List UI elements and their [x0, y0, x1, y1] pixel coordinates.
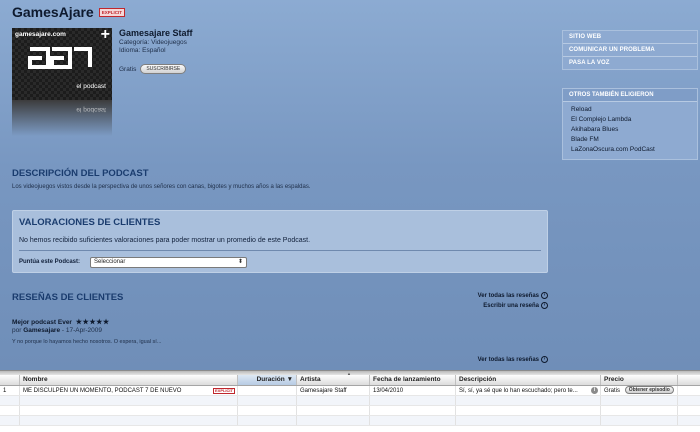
others-also-chose-title: OTROS TAMBIÉN ELIGIERON [563, 89, 697, 102]
row-price-text: Gratis [604, 388, 621, 394]
artwork-reflection: el podcast [12, 100, 112, 136]
empty-row [0, 406, 700, 416]
episode-table: Nombre Duración ▼ Artista Fecha de lanza… [0, 375, 700, 432]
row-date: 13/04/2010 [370, 386, 456, 395]
right-links-box: SITIO WEB COMUNICAR UN PROBLEMA PASA LA … [562, 30, 698, 70]
rating-select[interactable]: Seleccionar ⬍ [90, 257, 247, 268]
review-title: Mejor podcast Ever ★★★★★ [12, 318, 110, 326]
write-review-link[interactable]: Escribir una reseña › [483, 302, 548, 309]
ratings-title: VALORACIONES DE CLIENTES [19, 217, 161, 228]
artwork-reflection-text: el podcast [76, 106, 106, 113]
row-duration [238, 386, 297, 395]
info-icon[interactable]: i [591, 387, 598, 394]
empty-row [0, 396, 700, 406]
empty-row [0, 416, 700, 426]
price-row: Gratis SUSCRIBIRSE [119, 64, 193, 74]
see-all-reviews-link[interactable]: Ver todas las reseñas › [478, 292, 548, 299]
description-text: Los videojuegos vistos desde la perspect… [12, 184, 311, 190]
podcast-info: Gamesajare Staff Categoría: Videojuegos … [119, 28, 193, 74]
column-artist[interactable]: Artista [297, 375, 370, 385]
table-header: Nombre Duración ▼ Artista Fecha de lanza… [0, 375, 700, 386]
dropdown-arrow-icon: ⬍ [237, 259, 243, 265]
column-name[interactable]: Nombre [20, 375, 238, 385]
row-number: 1 [0, 386, 20, 395]
link-tell-a-friend[interactable]: PASA LA VOZ [563, 57, 697, 69]
row-explicit-badge: EXPLICIT [212, 388, 235, 394]
link-report-problem[interactable]: COMUNICAR UN PROBLEMA [563, 44, 697, 57]
artwork-plus: + [100, 28, 110, 43]
store-page: GamesAjare EXPLICIT gamesajare.com + el … [0, 0, 700, 372]
column-price[interactable]: Precio [601, 375, 678, 385]
review-body: Y no porque lo hayamos hecho nosotros. O… [12, 339, 162, 345]
review-stars: ★★★★★ [75, 319, 110, 326]
artwork-site-text: gamesajare.com [15, 31, 66, 38]
title-row: GamesAjare EXPLICIT [12, 4, 125, 20]
row-name: ME DISCULPEN UN MOMENTO, PODCAST 7 DE NU… [20, 386, 238, 395]
row-filler [678, 386, 700, 395]
podcast-category: Categoría: Videojuegos [119, 39, 187, 46]
row-price: Gratis Obtener episodio [601, 386, 678, 395]
rate-label: Puntúa este Podcast: [19, 259, 81, 265]
column-release-date[interactable]: Fecha de lanzamiento [370, 375, 456, 385]
arrow-right-circle-icon: › [541, 302, 548, 309]
podcast-artwork: gamesajare.com + el podcast [12, 28, 112, 100]
row-artist: Gamesajare Staff [297, 386, 370, 395]
column-duration[interactable]: Duración ▼ [238, 375, 297, 385]
artwork-logo-icon [28, 47, 92, 69]
table-row[interactable]: 1 ME DISCULPEN UN MOMENTO, PODCAST 7 DE … [0, 386, 700, 396]
column-duration-label: Duración [256, 376, 285, 383]
column-number[interactable] [0, 375, 20, 385]
arrow-right-circle-icon: › [541, 356, 548, 363]
see-all-reviews-bottom-link[interactable]: Ver todas las reseñas › [478, 356, 548, 363]
description-title: DESCRIPCIÓN DEL PODCAST [12, 168, 149, 179]
sort-down-icon: ▼ [286, 376, 293, 383]
ratings-box: VALORACIONES DE CLIENTES No hemos recibi… [12, 210, 548, 273]
row-description-text: Sí, sí, ya sé que lo han escuchado; pero… [459, 388, 578, 394]
subscribe-button[interactable]: SUSCRIBIRSE [140, 64, 187, 74]
row-description: Sí, sí, ya sé que lo han escuchado; pero… [456, 386, 601, 395]
podcast-language: Idioma: Español [119, 47, 166, 54]
column-description[interactable]: Descripción [456, 375, 601, 385]
row-name-text: ME DISCULPEN UN MOMENTO, PODCAST 7 DE NU… [23, 388, 182, 394]
ratings-divider [19, 250, 541, 251]
review-title-text: Mejor podcast Ever [12, 319, 72, 326]
others-also-chose-box: OTROS TAMBIÉN ELIGIERON Reload El Comple… [562, 88, 698, 160]
artwork-subtitle: el podcast [76, 83, 106, 90]
also-item-blade-fm[interactable]: Blade FM [571, 135, 689, 145]
see-all-reviews-bottom-label: Ver todas las reseñas [477, 357, 539, 364]
review-author: Gamesajare [23, 327, 61, 334]
podcast-artist: Gamesajare Staff [119, 28, 193, 38]
podcast-price: Gratis [119, 65, 137, 73]
column-filler [678, 375, 700, 385]
review-date: - 17-Apr-2009 [61, 327, 103, 334]
get-episode-button[interactable]: Obtener episodio [624, 386, 674, 395]
others-also-chose-list: Reload El Complejo Lambda Akihabara Blue… [563, 102, 697, 159]
link-website[interactable]: SITIO WEB [563, 31, 697, 44]
also-item-complejo-lambda[interactable]: El Complejo Lambda [571, 115, 689, 125]
rating-select-value: Seleccionar [94, 259, 126, 265]
review-by-prefix: por [12, 327, 22, 334]
see-all-reviews-label: Ver todas las reseñas [477, 293, 539, 300]
write-review-label: Escribir una reseña [483, 303, 539, 310]
ratings-message: No hemos recibido suficientes valoracion… [19, 237, 311, 244]
also-item-akihabara-blues[interactable]: Akihabara Blues [571, 125, 689, 135]
reviews-title: RESEÑAS DE CLIENTES [12, 292, 124, 303]
also-item-lazonaoscura[interactable]: LaZonaOscura.com PodCast [571, 145, 689, 155]
podcast-title: GamesAjare [12, 4, 94, 20]
review-meta: por Gamesajare - 17-Apr-2009 [12, 327, 102, 334]
explicit-badge: EXPLICIT [98, 7, 125, 17]
arrow-right-circle-icon: › [541, 292, 548, 299]
also-item-reload[interactable]: Reload [571, 105, 689, 115]
